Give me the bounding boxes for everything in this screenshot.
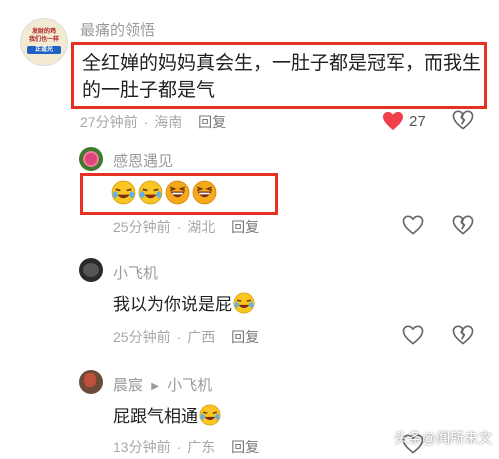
- avatar-image: [83, 263, 99, 277]
- reply-button[interactable]: 回复: [231, 329, 259, 345]
- avatar[interactable]: 发财的鸡 我们也一样 正道光: [20, 18, 68, 66]
- comment-meta: 27分钟前 · 海南 回复: [80, 114, 227, 130]
- avatar-image: [84, 373, 96, 387]
- dislike-button[interactable]: [452, 110, 474, 135]
- watermark: 头条@闻所未文: [394, 430, 493, 446]
- comment-meta: 25分钟前 · 湖北 回复: [113, 219, 260, 235]
- comment-username[interactable]: 感恩遇见: [113, 150, 173, 171]
- comment-meta: 25分钟前 · 广西 回复: [113, 329, 260, 345]
- reply-header: 晨宸 ▶ 小飞机: [113, 374, 212, 395]
- laughing-tears-emoji: [233, 292, 255, 313]
- comment-time: 25分钟前: [113, 329, 171, 345]
- like-count: 27: [409, 112, 426, 130]
- avatar[interactable]: [79, 147, 103, 171]
- comment-time: 27分钟前: [80, 114, 138, 130]
- comment-text-content: 我以为你说是屁: [113, 295, 232, 314]
- flower-image: [85, 153, 97, 165]
- comment-location: 广西: [187, 329, 216, 345]
- heart-icon: [402, 215, 424, 235]
- laughing-tears-emoji: [199, 404, 221, 425]
- comment-location: 广东: [187, 439, 216, 455]
- comment-text-line: 的一肚子都是气: [82, 80, 216, 101]
- broken-heart-icon: [452, 325, 474, 345]
- reply-button[interactable]: 回复: [231, 439, 259, 455]
- comment-text: 我以为你说是屁: [113, 290, 255, 315]
- comment-location: 海南: [154, 114, 183, 130]
- reply-button[interactable]: 回复: [231, 219, 259, 235]
- comment-time: 25分钟前: [113, 219, 171, 235]
- laughing-tears-emoji: [192, 180, 217, 205]
- reply-to-username[interactable]: 小飞机: [167, 377, 212, 394]
- laughing-tears-emoji: [111, 180, 136, 205]
- like-button[interactable]: [402, 215, 424, 240]
- comment-username[interactable]: 小飞机: [113, 262, 158, 283]
- comment-text: 屁跟气相通: [113, 402, 221, 427]
- comment-username[interactable]: 最痛的领悟: [80, 19, 155, 40]
- heart-icon: [402, 325, 424, 345]
- comment-text: 全红婵的妈妈真会生，一肚子都是冠军，而我生 的一肚子都是气: [82, 50, 481, 104]
- like-button[interactable]: [402, 325, 424, 350]
- dislike-button[interactable]: [452, 325, 474, 350]
- comment-text-line: 全红婵的妈妈真会生，一肚子都是冠军，而我生: [82, 53, 482, 74]
- heart-icon: [383, 111, 403, 131]
- comment-meta: 13分钟前 · 广东 回复: [113, 439, 260, 455]
- laughing-tears-emoji: [165, 180, 190, 205]
- broken-heart-icon: [452, 215, 474, 235]
- comment-text-content: 屁跟气相通: [113, 407, 198, 426]
- like-button[interactable]: 27: [382, 110, 426, 132]
- emoji-row: [111, 180, 217, 206]
- dislike-button[interactable]: [452, 215, 474, 240]
- avatar[interactable]: [79, 370, 103, 394]
- reply-button[interactable]: 回复: [198, 114, 226, 130]
- reply-arrow-icon: ▶: [151, 381, 159, 392]
- laughing-tears-emoji: [138, 180, 163, 205]
- comment-username[interactable]: 晨宸: [113, 377, 143, 394]
- comment-location: 湖北: [187, 219, 216, 235]
- comment-time: 13分钟前: [113, 439, 171, 455]
- broken-heart-icon: [452, 110, 474, 130]
- avatar[interactable]: [79, 258, 103, 282]
- avatar-text: 发财的鸡 我们也一样 正道光: [27, 29, 61, 54]
